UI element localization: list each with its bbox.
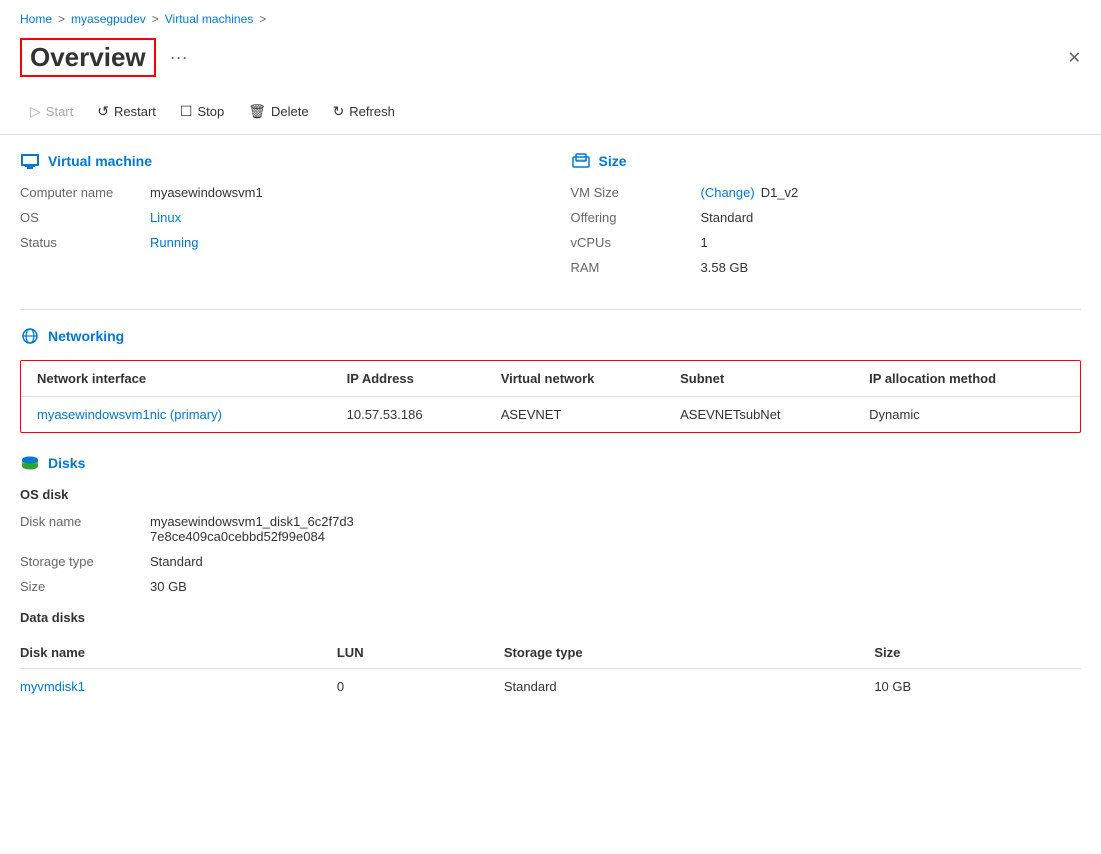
breadcrumb: Home > myasegpudev > Virtual machines >	[0, 0, 1101, 34]
section-divider	[20, 309, 1081, 310]
disk-size-row: Size 30 GB	[20, 579, 1081, 594]
vm-size-change-link[interactable]: (Change)	[701, 185, 755, 200]
networking-section: Networking Network interface IP Address …	[20, 326, 1081, 433]
data-disk-row: myvmdisk1 0 Standard 10 GB	[20, 669, 1081, 705]
col-data-storage-type: Storage type	[504, 637, 874, 669]
offering-value: Standard	[701, 210, 754, 225]
content-area: Virtual machine Computer name myasewindo…	[0, 135, 1101, 720]
ram-label: RAM	[571, 260, 701, 275]
ip-address-cell: 10.57.53.186	[331, 397, 485, 433]
offering-row: Offering Standard	[571, 210, 1082, 225]
disks-section-header: Disks	[20, 453, 1081, 473]
col-ip-address: IP Address	[331, 361, 485, 397]
data-disks-title: Data disks	[20, 610, 1081, 625]
vm-section-icon	[20, 151, 40, 171]
col-lun: LUN	[337, 637, 504, 669]
disk-size-label: Size	[20, 579, 150, 594]
restart-label: Restart	[114, 104, 156, 119]
disks-section-icon	[20, 453, 40, 473]
disk-name-row: Disk name myasewindowsvm1_disk1_6c2f7d3 …	[20, 514, 1081, 544]
computer-name-value: myasewindowsvm1	[150, 185, 263, 200]
refresh-button[interactable]: ↻ Refresh	[323, 97, 405, 126]
breadcrumb-virtual-machines[interactable]: Virtual machines	[165, 12, 254, 26]
ram-value: 3.58 GB	[701, 260, 749, 275]
close-button[interactable]: ✕	[1068, 48, 1081, 68]
refresh-icon: ↻	[333, 103, 345, 120]
offering-label: Offering	[571, 210, 701, 225]
size-section: Size VM Size (Change) D1_v2 Offering Sta…	[571, 151, 1082, 285]
virtual-network-cell: ASEVNET	[485, 397, 664, 433]
page-header: Overview ··· ✕	[0, 34, 1101, 89]
vcpus-value: 1	[701, 235, 708, 250]
col-data-disk-name: Disk name	[20, 637, 337, 669]
size-section-title: Size	[599, 153, 627, 169]
vm-size-label: VM Size	[571, 185, 701, 200]
start-icon: ▷	[30, 103, 41, 120]
lun-cell: 0	[337, 669, 504, 705]
disks-section-title: Disks	[48, 455, 85, 471]
vcpus-row: vCPUs 1	[571, 235, 1082, 250]
col-ip-allocation-method: IP allocation method	[853, 361, 1080, 397]
page-title: Overview	[20, 38, 156, 77]
col-data-size: Size	[874, 637, 1081, 669]
ram-row: RAM 3.58 GB	[571, 260, 1082, 275]
stop-button[interactable]: ☐ Stop	[170, 97, 234, 126]
breadcrumb-home[interactable]: Home	[20, 12, 52, 26]
size-section-icon	[571, 151, 591, 171]
networking-section-header: Networking	[20, 326, 1081, 346]
stop-icon: ☐	[180, 103, 193, 120]
ip-allocation-cell: Dynamic	[853, 397, 1080, 433]
network-interface-cell[interactable]: myasewindowsvm1nic (primary)	[21, 397, 331, 433]
toolbar: ▷ Start ↺ Restart ☐ Stop 🗑 Delete ↻ Refr…	[0, 89, 1101, 135]
delete-icon: 🗑	[248, 103, 266, 120]
status-label: Status	[20, 235, 150, 250]
data-storage-type-cell: Standard	[504, 669, 874, 705]
networking-section-title: Networking	[48, 328, 124, 344]
vm-size-value: D1_v2	[761, 185, 799, 200]
overview-sections: Virtual machine Computer name myasewindo…	[20, 151, 1081, 285]
col-subnet: Subnet	[664, 361, 853, 397]
delete-label: Delete	[271, 104, 309, 119]
storage-type-row: Storage type Standard	[20, 554, 1081, 569]
col-virtual-network: Virtual network	[485, 361, 664, 397]
status-row: Status Running	[20, 235, 531, 250]
more-options-button[interactable]: ···	[170, 47, 188, 68]
restart-button[interactable]: ↺ Restart	[87, 97, 166, 126]
breadcrumb-resource-group[interactable]: myasegpudev	[71, 12, 146, 26]
delete-button[interactable]: 🗑 Delete	[238, 97, 318, 126]
virtual-machine-section: Virtual machine Computer name myasewindo…	[20, 151, 531, 285]
subnet-cell: ASEVNETsubNet	[664, 397, 853, 433]
vm-section-title: Virtual machine	[48, 153, 152, 169]
col-network-interface: Network interface	[21, 361, 331, 397]
storage-type-label: Storage type	[20, 554, 150, 569]
disk-name-label: Disk name	[20, 514, 150, 544]
data-disk-name-cell[interactable]: myvmdisk1	[20, 669, 337, 705]
computer-name-label: Computer name	[20, 185, 150, 200]
os-label: OS	[20, 210, 150, 225]
disks-section: Disks OS disk Disk name myasewindowsvm1_…	[20, 453, 1081, 704]
vcpus-label: vCPUs	[571, 235, 701, 250]
vm-section-header: Virtual machine	[20, 151, 531, 171]
main-container: Home > myasegpudev > Virtual machines > …	[0, 0, 1101, 854]
network-row: myasewindowsvm1nic (primary) 10.57.53.18…	[21, 397, 1080, 433]
status-value: Running	[150, 235, 198, 250]
start-label: Start	[46, 104, 73, 119]
storage-type-value: Standard	[150, 554, 203, 569]
os-value[interactable]: Linux	[150, 210, 181, 225]
data-size-cell: 10 GB	[874, 669, 1081, 705]
size-section-header: Size	[571, 151, 1082, 171]
restart-icon: ↺	[97, 103, 109, 120]
disk-name-value: myasewindowsvm1_disk1_6c2f7d3 7e8ce409ca…	[150, 514, 354, 544]
data-disks-table: Disk name LUN Storage type Size myvmdisk…	[20, 637, 1081, 704]
start-button[interactable]: ▷ Start	[20, 97, 83, 126]
os-row: OS Linux	[20, 210, 531, 225]
stop-label: Stop	[197, 104, 224, 119]
network-interface-table: Network interface IP Address Virtual net…	[20, 360, 1081, 433]
networking-section-icon	[20, 326, 40, 346]
os-disk-title: OS disk	[20, 487, 1081, 502]
refresh-label: Refresh	[349, 104, 395, 119]
vm-size-row: VM Size (Change) D1_v2	[571, 185, 1082, 200]
computer-name-row: Computer name myasewindowsvm1	[20, 185, 531, 200]
disk-size-value: 30 GB	[150, 579, 187, 594]
